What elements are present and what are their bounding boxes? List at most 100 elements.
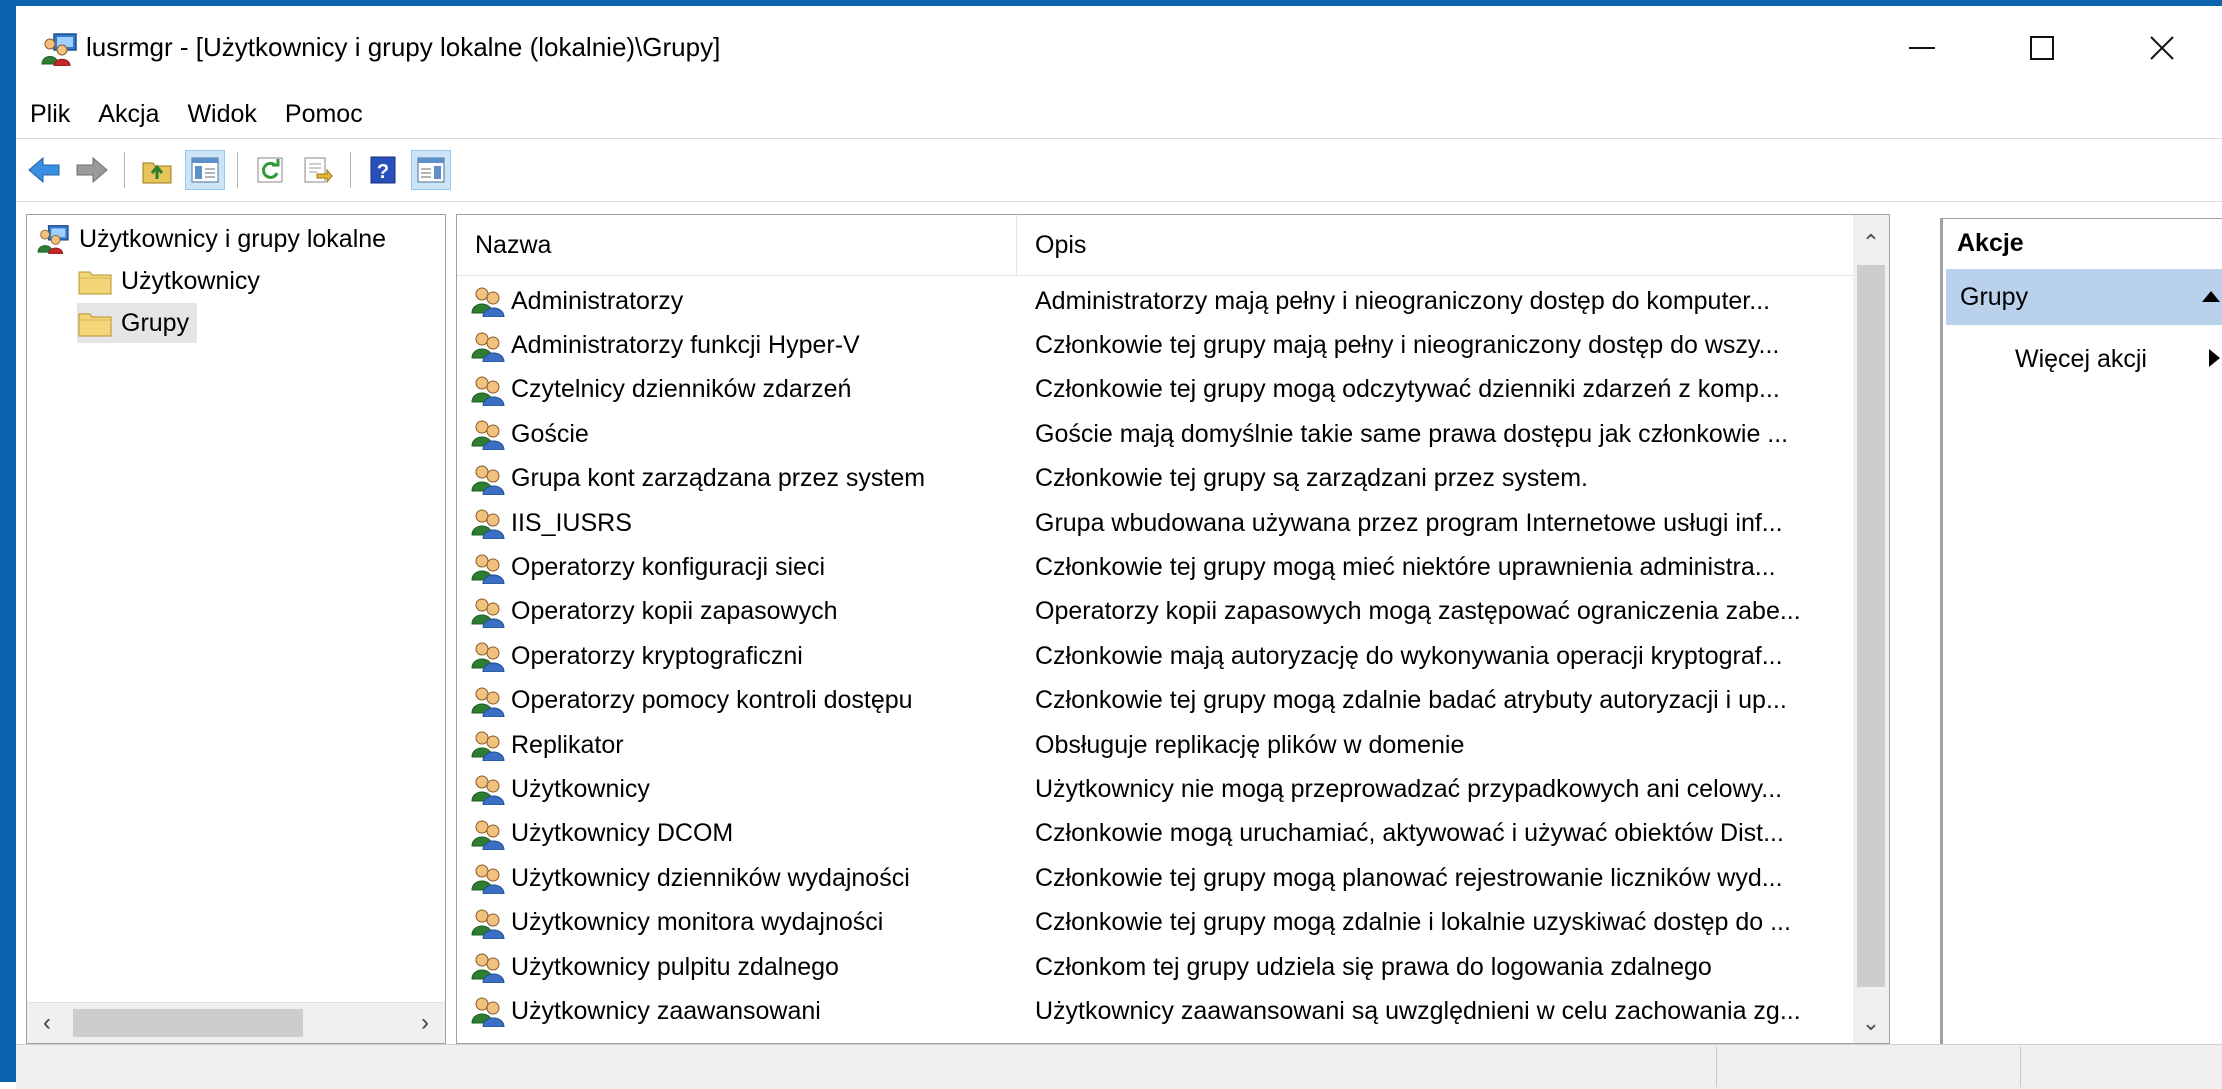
list-row[interactable]: Operatorzy pomocy kontroli dostępu Członk… <box>457 679 1857 723</box>
menu-pomoc[interactable]: Pomoc <box>271 100 377 129</box>
list-rows: Administratorzy Administratorzy mają pełn… <box>457 279 1857 1034</box>
group-icon <box>471 554 505 584</box>
scroll-right-icon[interactable]: › <box>405 1003 445 1043</box>
list-row[interactable]: Grupa kont zarządzana przez system Członk… <box>457 457 1857 501</box>
actions-group-label: Grupy <box>1960 282 2029 311</box>
users-groups-icon <box>41 33 77 66</box>
group-name: Administratorzy <box>511 286 684 315</box>
group-name: Czytelnicy dzienników zdarzeń <box>511 375 852 404</box>
tree-item-groups[interactable]: Grupy <box>77 303 198 343</box>
up-folder-button[interactable] <box>137 150 177 190</box>
list-row[interactable]: Operatorzy kopii zapasowych Operatorzy ko… <box>457 590 1857 634</box>
group-icon <box>471 731 505 762</box>
group-icon <box>471 420 505 451</box>
minimize-icon <box>1909 47 1935 49</box>
help-button[interactable]: ? <box>363 150 403 190</box>
maximize-icon <box>2030 36 2054 60</box>
list-row[interactable]: Użytkownicy dzienników wydajności Członko… <box>457 856 1857 900</box>
svg-text:?: ? <box>377 161 389 183</box>
group-name-cell: Czytelnicy dzienników zdarzeń <box>457 374 1017 406</box>
group-description: Użytkownicy nie mogą przeprowadzać przyp… <box>1035 774 1783 803</box>
tree-item-label: Użytkownicy i grupy lokalne <box>79 224 387 253</box>
list-row[interactable]: Użytkownicy zaawansowani Użytkownicy zaaw… <box>457 989 1857 1033</box>
tree-item-label: Użytkownicy <box>121 266 260 295</box>
group-icon <box>471 287 505 318</box>
list-row[interactable]: Operatorzy konfiguracji sieci Członkowie … <box>457 545 1857 589</box>
group-name-cell: Goście <box>457 418 1017 451</box>
minimize-button[interactable] <box>1862 6 1982 90</box>
group-name-cell: Operatorzy konfiguracji sieci <box>457 552 1017 584</box>
scroll-thumb[interactable] <box>1857 265 1885 987</box>
group-icon <box>471 687 505 717</box>
group-name-cell: Grupa kont zarządzana przez system <box>457 463 1017 495</box>
show-hide-action-pane-button[interactable] <box>411 150 451 190</box>
list-row[interactable]: Użytkownicy monitora wydajności Członkowi… <box>457 900 1857 944</box>
close-button[interactable] <box>2102 6 2222 90</box>
column-header-name[interactable]: Nazwa <box>457 215 1017 275</box>
console-tree: Użytkownicy i grupy lokalne Użytkownicy … <box>26 214 446 1044</box>
actions-group-header[interactable]: Grupy <box>1946 269 2222 325</box>
users-groups-icon <box>37 225 69 254</box>
export-list-button[interactable] <box>298 150 338 190</box>
column-header-description[interactable]: Opis <box>1017 215 1887 275</box>
group-name-cell: Replikator <box>457 729 1017 762</box>
group-icon <box>471 376 505 406</box>
show-hide-action-pane-icon <box>417 157 445 183</box>
maximize-button[interactable] <box>1982 6 2102 90</box>
tree-horizontal-scrollbar[interactable]: ‹ › <box>27 1002 445 1043</box>
tree-item-users[interactable]: Użytkownicy <box>77 261 260 301</box>
group-name: Goście <box>511 419 589 448</box>
group-name: IIS_IUSRS <box>511 508 632 537</box>
list-row[interactable]: Operatorzy kryptograficzni Członkowie maj… <box>457 634 1857 678</box>
forward-icon <box>76 156 108 184</box>
list-row[interactable]: Użytkownicy DCOM Członkowie mogą uruchami… <box>457 812 1857 856</box>
collapse-up-icon[interactable] <box>2202 291 2220 302</box>
show-hide-tree-button[interactable] <box>185 150 225 190</box>
toolbar-separator <box>124 152 125 188</box>
group-name-cell: Użytkownicy dzienników wydajności <box>457 862 1017 895</box>
list-row[interactable]: IIS_IUSRS Grupa wbudowana używana przez p… <box>457 501 1857 545</box>
tree-item-root[interactable]: Użytkownicy i grupy lokalne <box>35 219 386 259</box>
menu-widok[interactable]: Widok <box>173 100 270 129</box>
group-name-cell: Użytkownicy DCOM <box>457 818 1017 850</box>
group-name-cell: Operatorzy kopii zapasowych <box>457 596 1017 628</box>
list-row[interactable]: Czytelnicy dzienników zdarzeń Członkowie … <box>457 368 1857 412</box>
list-row[interactable]: Użytkownicy pulpitu zdalnego Członkom tej… <box>457 945 1857 989</box>
scroll-thumb[interactable] <box>73 1009 303 1037</box>
scroll-down-icon[interactable]: ⌄ <box>1853 1003 1889 1043</box>
list-vertical-scrollbar[interactable]: ⌃ ⌄ <box>1853 215 1889 1043</box>
group-description: Członkowie mają autoryzację do wykonywan… <box>1035 641 1783 670</box>
up-folder-icon <box>142 162 172 184</box>
group-description: Członkowie tej grupy są zarządzani przez… <box>1035 464 1589 493</box>
back-button[interactable] <box>24 150 64 190</box>
list-row[interactable]: Administratorzy funkcji Hyper-V Członkowi… <box>457 323 1857 367</box>
group-name: Użytkownicy <box>511 774 650 803</box>
menu-plik[interactable]: Plik <box>16 100 84 129</box>
mmc-window: lusrmgr - [Użytkownicy i grupy lokalne (… <box>0 0 2222 1089</box>
back-icon <box>28 156 60 184</box>
group-name: Użytkownicy dzienników wydajności <box>511 863 910 892</box>
group-name: Operatorzy kopii zapasowych <box>511 597 838 626</box>
list-row[interactable]: Replikator Obsługuje replikację plików w … <box>457 723 1857 767</box>
list-row[interactable]: Administratorzy Administratorzy mają pełn… <box>457 279 1857 323</box>
submenu-arrow-icon <box>2209 349 2220 367</box>
group-description: Operatorzy kopii zapasowych mogą zastępo… <box>1035 597 1801 626</box>
refresh-button[interactable] <box>250 150 290 190</box>
scroll-up-icon[interactable]: ⌃ <box>1853 223 1889 263</box>
menu-akcja[interactable]: Akcja <box>84 100 173 129</box>
group-name: Administratorzy funkcji Hyper-V <box>511 331 860 360</box>
forward-button[interactable] <box>72 150 112 190</box>
show-hide-tree-icon <box>191 157 219 183</box>
more-actions-link[interactable]: Więcej akcji <box>2015 345 2147 374</box>
list-row[interactable]: Goście Goście mają domyślnie takie same p… <box>457 412 1857 456</box>
toolbar-separator <box>237 152 238 188</box>
list-row[interactable]: Użytkownicy Użytkownicy nie mogą przeprow… <box>457 767 1857 811</box>
list-header: Nazwa Opis <box>457 215 1889 276</box>
group-name-cell: IIS_IUSRS <box>457 507 1017 540</box>
group-name-cell: Administratorzy <box>457 285 1017 318</box>
scroll-left-icon[interactable]: ‹ <box>27 1003 67 1043</box>
group-name: Replikator <box>511 730 624 759</box>
group-name-cell: Operatorzy kryptograficzni <box>457 640 1017 673</box>
group-description: Członkowie tej grupy mogą zdalnie badać … <box>1035 686 1787 715</box>
group-name: Operatorzy pomocy kontroli dostępu <box>511 686 913 715</box>
